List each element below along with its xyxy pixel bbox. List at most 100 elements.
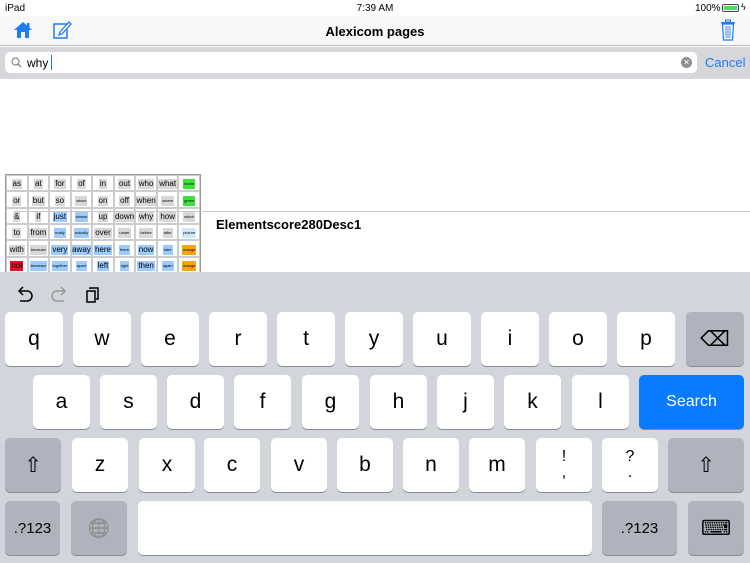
thumbnail-cell: where — [156, 191, 179, 208]
key-2-4[interactable]: v — [271, 438, 327, 492]
key-2-1[interactable]: z — [72, 438, 128, 492]
thumbnail-cell: after — [156, 224, 179, 241]
key-label: r — [234, 327, 242, 350]
key-2-5[interactable]: b — [337, 438, 393, 492]
key-1-3[interactable]: f — [234, 375, 291, 429]
cell-word: from — [29, 228, 48, 239]
shift-key[interactable]: ⇧ — [5, 438, 61, 492]
key-2-8[interactable]: ! , — [536, 438, 592, 492]
key-0-0[interactable]: q — [5, 312, 63, 366]
trash-icon[interactable] — [720, 19, 736, 41]
cell-word: up — [97, 212, 109, 222]
key-1-1[interactable]: s — [100, 375, 157, 429]
key-0-9[interactable]: p — [617, 312, 675, 366]
key-label: f — [259, 390, 266, 413]
key-0-4[interactable]: t — [277, 312, 335, 366]
cell-word: again — [161, 261, 174, 271]
key-1-8[interactable]: l — [572, 375, 629, 429]
cell-word: who — [137, 179, 155, 190]
key-2-3[interactable]: c — [204, 438, 260, 492]
key-2-2[interactable]: x — [139, 438, 195, 492]
cancel-button[interactable]: Cancel — [705, 55, 745, 70]
key-1-7[interactable]: k — [504, 375, 561, 429]
search-key[interactable]: Search — [639, 375, 744, 429]
text-cursor — [51, 55, 52, 70]
cell-word: because — [29, 261, 47, 271]
thumbnail-cell: here — [92, 240, 114, 257]
redo-icon[interactable] — [50, 286, 68, 302]
key-2-6[interactable]: n — [403, 438, 459, 492]
key-1-6[interactable]: j — [437, 375, 494, 429]
keyboard: q w e r t y u i o p ⌫ a s d f g h j k l Search ⇧ z x c v b n m ! , ? .… — [0, 272, 750, 563]
key-2-7[interactable]: m — [469, 438, 525, 492]
cell-word: just — [52, 212, 68, 222]
thumbnail-cell: in — [92, 175, 114, 192]
thumbnail-cell: orange — [178, 240, 200, 257]
key-label: x — [161, 453, 173, 476]
key-label: .?123 — [13, 519, 52, 537]
key-label: g — [324, 390, 337, 413]
thumbnail-cell: not — [6, 256, 28, 273]
key-0-6[interactable]: u — [413, 312, 471, 366]
key-0-7[interactable]: i — [481, 312, 539, 366]
thumbnail-cell: left — [92, 256, 114, 273]
result-row[interactable]: as at for of in out who what home or but so about on o… — [0, 80, 750, 274]
thumbnail-cell: green — [178, 191, 200, 208]
key-0-3[interactable]: r — [209, 312, 267, 366]
charging-icon: ϟ — [741, 2, 746, 12]
thumbnail-cell: right — [113, 256, 136, 273]
key-label: h — [392, 390, 405, 413]
key-0-5[interactable]: y — [345, 312, 403, 366]
key-0-2[interactable]: e — [141, 312, 199, 366]
cell-word: down — [114, 212, 135, 222]
key-1-5[interactable]: h — [370, 375, 427, 429]
numbers-key[interactable]: .?123 — [602, 501, 677, 555]
thumbnail-cell: there — [113, 240, 136, 257]
key-label: e — [164, 327, 176, 350]
key-label: t — [303, 327, 309, 350]
key-label: k — [527, 390, 538, 413]
globe-key[interactable]: 🌐 — [71, 501, 127, 555]
cell-word: green — [183, 195, 196, 206]
cell-word: almost — [74, 212, 89, 222]
search-input[interactable]: why ✕ — [5, 52, 697, 73]
paste-icon[interactable] — [85, 286, 101, 304]
thumbnail-cell: at — [27, 175, 50, 192]
key-1-4[interactable]: g — [302, 375, 359, 429]
cell-word: home — [183, 179, 196, 190]
key-label: ⌫ — [700, 327, 730, 351]
key-1-0[interactable]: a — [33, 375, 90, 429]
delete-key[interactable]: ⌫ — [686, 312, 744, 366]
space-key[interactable] — [138, 501, 592, 555]
thumbnail-cell: or — [6, 191, 28, 208]
key-label: s — [123, 390, 134, 413]
key-label: o — [572, 327, 584, 350]
cell-word: orange — [181, 244, 197, 255]
key-0-8[interactable]: o — [549, 312, 607, 366]
key-label: w — [94, 327, 110, 350]
cell-word: of — [77, 179, 86, 190]
thumbnail-cell: really — [49, 224, 71, 241]
key-1-2[interactable]: d — [167, 375, 224, 429]
key-label: d — [189, 390, 202, 413]
cell-word: picture — [182, 228, 197, 239]
search-icon — [11, 57, 22, 68]
cell-word: together — [51, 261, 69, 271]
cell-word: which — [183, 212, 196, 222]
key-2-9[interactable]: ? . — [602, 438, 658, 492]
thumbnail-cell: picture — [178, 224, 200, 241]
hide-keyboard-key[interactable]: ⌨ — [688, 501, 744, 555]
undo-icon[interactable] — [16, 286, 34, 302]
key-0-1[interactable]: w — [73, 312, 131, 366]
cell-word: to — [12, 228, 22, 239]
key-label: n — [425, 453, 437, 476]
key-label: q — [28, 327, 40, 350]
key-label: y — [368, 327, 380, 350]
thumbnail-cell: for — [49, 175, 71, 192]
shift-key[interactable]: ⇧ — [668, 438, 744, 492]
cell-word: there — [118, 244, 131, 255]
key-label: ⇧ — [24, 453, 42, 477]
cell-word: what — [158, 179, 178, 190]
clear-search-icon[interactable]: ✕ — [681, 57, 692, 68]
numbers-key[interactable]: .?123 — [5, 501, 60, 555]
